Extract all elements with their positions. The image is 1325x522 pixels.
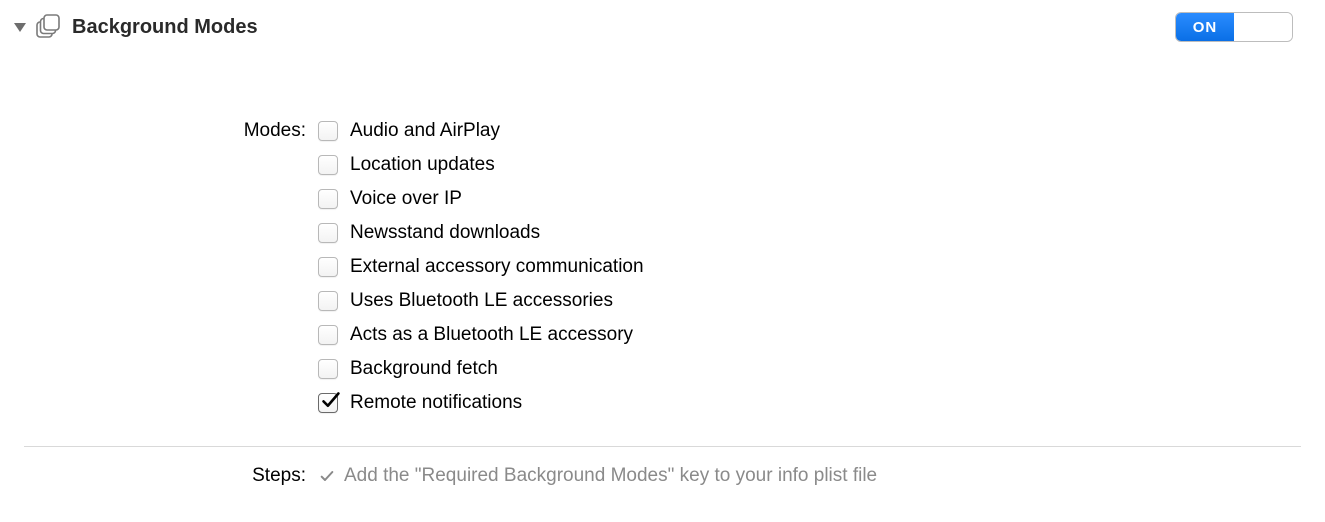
mode-label: Background fetch	[350, 358, 498, 380]
toggle-knob	[1234, 13, 1292, 41]
mode-checkbox[interactable]	[318, 291, 338, 311]
modes-list: Audio and AirPlay Location updates Voice o…	[318, 120, 1325, 426]
mode-item[interactable]: Newsstand downloads	[318, 222, 1325, 244]
capability-header: Background Modes ON	[0, 0, 1325, 42]
toggle-on-label: ON	[1176, 13, 1234, 41]
mode-item[interactable]: Audio and AirPlay	[318, 120, 1325, 142]
mode-checkbox[interactable]	[318, 359, 338, 379]
mode-label: External accessory communication	[350, 256, 644, 278]
mode-item[interactable]: Remote notifications	[318, 392, 1325, 414]
disclosure-triangle-icon[interactable]	[14, 23, 26, 32]
mode-item[interactable]: External accessory communication	[318, 256, 1325, 278]
mode-label: Acts as a Bluetooth LE accessory	[350, 324, 633, 346]
mode-label: Audio and AirPlay	[350, 120, 500, 142]
mode-label: Remote notifications	[350, 392, 522, 414]
mode-checkbox[interactable]	[318, 257, 338, 277]
mode-item[interactable]: Voice over IP	[318, 188, 1325, 210]
mode-checkbox[interactable]	[318, 393, 338, 413]
capability-toggle[interactable]: ON	[1175, 12, 1293, 42]
mode-checkbox[interactable]	[318, 121, 338, 141]
mode-checkbox[interactable]	[318, 155, 338, 175]
mode-item[interactable]: Background fetch	[318, 358, 1325, 380]
mode-label: Uses Bluetooth LE accessories	[350, 290, 613, 312]
steps-list: Add the "Required Background Modes" key …	[318, 465, 1325, 487]
step-text: Add the "Required Background Modes" key …	[344, 465, 877, 487]
checkmark-icon	[318, 467, 336, 485]
steps-label: Steps:	[0, 465, 318, 487]
capability-title: Background Modes	[72, 16, 258, 39]
mode-item[interactable]: Location updates	[318, 154, 1325, 176]
section-divider	[24, 446, 1301, 447]
mode-checkbox[interactable]	[318, 325, 338, 345]
mode-label: Voice over IP	[350, 188, 462, 210]
mode-item[interactable]: Uses Bluetooth LE accessories	[318, 290, 1325, 312]
mode-checkbox[interactable]	[318, 189, 338, 209]
step-item: Add the "Required Background Modes" key …	[318, 465, 1325, 487]
capability-stack-icon	[34, 13, 62, 41]
mode-item[interactable]: Acts as a Bluetooth LE accessory	[318, 324, 1325, 346]
mode-label: Newsstand downloads	[350, 222, 540, 244]
mode-label: Location updates	[350, 154, 495, 176]
modes-label: Modes:	[0, 120, 318, 142]
steps-row: Steps: Add the "Required Background Mode…	[0, 465, 1325, 487]
modes-row: Modes: Audio and AirPlay Location updates…	[0, 120, 1325, 426]
mode-checkbox[interactable]	[318, 223, 338, 243]
